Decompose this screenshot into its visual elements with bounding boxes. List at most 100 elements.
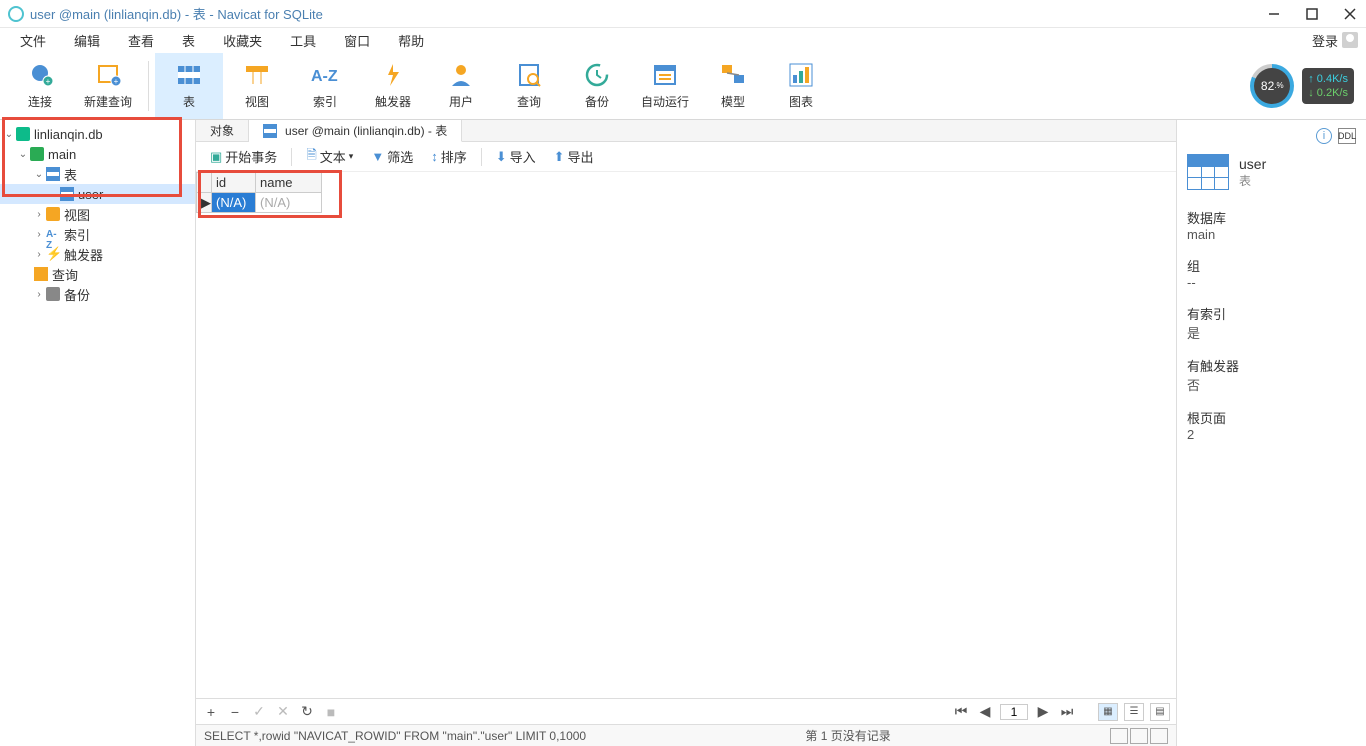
col-id[interactable]: id — [212, 173, 256, 193]
menu-view[interactable]: 查看 — [116, 29, 166, 52]
toolbar-model-button[interactable]: 模型 — [699, 53, 767, 119]
tree-triggers-label: 触发器 — [64, 245, 103, 264]
refresh-button[interactable]: ↻ — [298, 703, 316, 720]
text-button[interactable]: 🗎文本▾ — [302, 144, 357, 170]
auto-icon — [651, 61, 679, 89]
info-panel: i DDL user 表 数据库main组--有索引是有触发器否根页面2 — [1176, 120, 1366, 746]
pager-bar: + − ✓ ✕ ↻ ■ ⏮ ◀ ▶ ⏭ ▦ ☰ ▤ — [196, 698, 1176, 724]
add-row-button[interactable]: + — [202, 704, 220, 720]
tree-backups-label: 备份 — [64, 285, 90, 304]
tree-table-user[interactable]: user — [0, 184, 195, 204]
panel-toggle-right[interactable] — [1150, 728, 1168, 744]
toolbar-auto-button[interactable]: 自动运行 — [631, 53, 699, 119]
form-view-button[interactable]: ☰ — [1124, 703, 1144, 721]
toolbar-trigger-button[interactable]: 触发器 — [359, 53, 427, 119]
tree-indexes-label: 索引 — [64, 225, 90, 244]
sort-button[interactable]: ↕排序 — [427, 145, 471, 168]
svg-text:+: + — [46, 77, 51, 86]
tree-backups[interactable]: › 备份 — [0, 284, 195, 304]
toolbar-user-button[interactable]: 用户 — [427, 53, 495, 119]
menu-file[interactable]: 文件 — [8, 29, 58, 52]
tab-user-table[interactable]: user @main (linlianqin.db) - 表 — [249, 120, 462, 142]
database-file-icon — [16, 127, 30, 141]
table-group-icon — [46, 167, 60, 181]
cell-id[interactable]: (N/A) — [212, 193, 256, 213]
toolbar-chart-button[interactable]: 图表 — [767, 53, 835, 119]
close-button[interactable] — [1342, 6, 1358, 22]
chevron-right-icon: › — [34, 229, 44, 240]
export-button[interactable]: ⬆导出 — [550, 145, 598, 168]
cancel-button[interactable]: ✕ — [274, 703, 292, 720]
chevron-down-icon: ⌄ — [34, 169, 44, 180]
menu-table[interactable]: 表 — [170, 29, 207, 52]
toolbar-index-button[interactable]: A-Z索引 — [291, 53, 359, 119]
status-sql: SELECT *,rowid "NAVICAT_ROWID" FROM "mai… — [204, 729, 586, 743]
panel-toggle-left[interactable] — [1110, 728, 1128, 744]
import-button[interactable]: ⬇导入 — [492, 145, 540, 168]
trigger-icon — [379, 61, 407, 89]
login-area[interactable]: 登录 — [1312, 31, 1358, 50]
menu-tools[interactable]: 工具 — [278, 29, 328, 52]
minimize-button[interactable] — [1266, 6, 1282, 22]
last-page-button[interactable]: ⏭ — [1058, 703, 1076, 720]
commit-button[interactable]: ✓ — [250, 703, 268, 720]
chevron-down-icon: ⌄ — [4, 129, 14, 140]
toolbar-view-button[interactable]: 视图 — [223, 53, 291, 119]
next-page-button[interactable]: ▶ — [1034, 703, 1052, 720]
menu-favorites[interactable]: 收藏夹 — [211, 29, 274, 52]
tree-schema[interactable]: ⌄ main — [0, 144, 195, 164]
delete-row-button[interactable]: − — [226, 704, 244, 720]
main-toolbar: +连接+新建查询表视图A-Z索引触发器用户查询备份自动运行模型图表 82.%↑ 0… — [0, 52, 1366, 120]
cell-name[interactable]: (N/A) — [256, 193, 322, 213]
tree-db[interactable]: ⌄ linlianqin.db — [0, 124, 195, 144]
prev-page-button[interactable]: ◀ — [976, 703, 994, 720]
toolbar-plug-button[interactable]: +连接 — [6, 53, 74, 119]
status-bar: SELECT *,rowid "NAVICAT_ROWID" FROM "mai… — [196, 724, 1176, 746]
panel-toggle-bottom[interactable] — [1130, 728, 1148, 744]
window-controls — [1266, 6, 1358, 22]
table-row[interactable]: ▶ (N/A) (N/A) — [197, 193, 322, 213]
col-name[interactable]: name — [256, 173, 322, 193]
info-field: 组-- — [1187, 256, 1356, 290]
toolbar-querydoc-button[interactable]: 查询 — [495, 53, 563, 119]
grid-view-button[interactable]: ▦ — [1098, 703, 1118, 721]
menu-window[interactable]: 窗口 — [332, 29, 382, 52]
index-icon: A-Z — [311, 61, 339, 89]
menu-edit[interactable]: 编辑 — [62, 29, 112, 52]
user-icon — [447, 61, 475, 89]
row-header-corner — [197, 173, 212, 193]
tree-queries[interactable]: 查询 — [0, 264, 195, 284]
tree-views[interactable]: › 视图 — [0, 204, 195, 224]
tree-views-label: 视图 — [64, 205, 90, 224]
center-panel: 对象 user @main (linlianqin.db) - 表 ▣开始事务 … — [196, 120, 1176, 746]
first-page-button[interactable]: ⏮ — [952, 703, 970, 720]
stop-button[interactable]: ■ — [322, 704, 340, 720]
toolbar-table-button[interactable]: 表 — [155, 53, 223, 119]
ddl-button[interactable]: DDL — [1338, 128, 1356, 144]
tab-user-label: user @main (linlianqin.db) - 表 — [285, 122, 447, 139]
toolbar-query-button[interactable]: +新建查询 — [74, 53, 142, 119]
tab-objects-label: 对象 — [210, 122, 234, 139]
menu-bar: 文件 编辑 查看 表 收藏夹 工具 窗口 帮助 登录 — [0, 28, 1366, 52]
performance-widget[interactable]: 82.%↑ 0.4K/s↓ 0.2K/s — [1250, 64, 1354, 108]
tree-indexes[interactable]: › A-Z 索引 — [0, 224, 195, 244]
json-view-button[interactable]: ▤ — [1150, 703, 1170, 721]
view-icon — [46, 207, 60, 221]
data-grid[interactable]: id name ▶ (N/A) (N/A) — [196, 172, 322, 213]
plug-icon: + — [26, 61, 54, 89]
filter-button[interactable]: ▼筛选 — [367, 145, 417, 168]
tree-table-user-label: user — [78, 187, 103, 202]
tree-tables-label: 表 — [64, 165, 77, 184]
view-icon — [243, 61, 271, 89]
maximize-button[interactable] — [1304, 6, 1320, 22]
tree-tables[interactable]: ⌄ 表 — [0, 164, 195, 184]
tab-objects[interactable]: 对象 — [196, 120, 249, 141]
tree-triggers[interactable]: › ⚡ 触发器 — [0, 244, 195, 264]
main-area: ⌄ linlianqin.db ⌄ main ⌄ 表 user › 视图 › A… — [0, 120, 1366, 746]
toolbar-backup-button[interactable]: 备份 — [563, 53, 631, 119]
window-title: user @main (linlianqin.db) - 表 - Navicat… — [30, 4, 323, 23]
menu-help[interactable]: 帮助 — [386, 29, 436, 52]
info-icon[interactable]: i — [1316, 128, 1332, 144]
page-number-input[interactable] — [1000, 704, 1028, 720]
begin-transaction-button[interactable]: ▣开始事务 — [206, 145, 281, 168]
